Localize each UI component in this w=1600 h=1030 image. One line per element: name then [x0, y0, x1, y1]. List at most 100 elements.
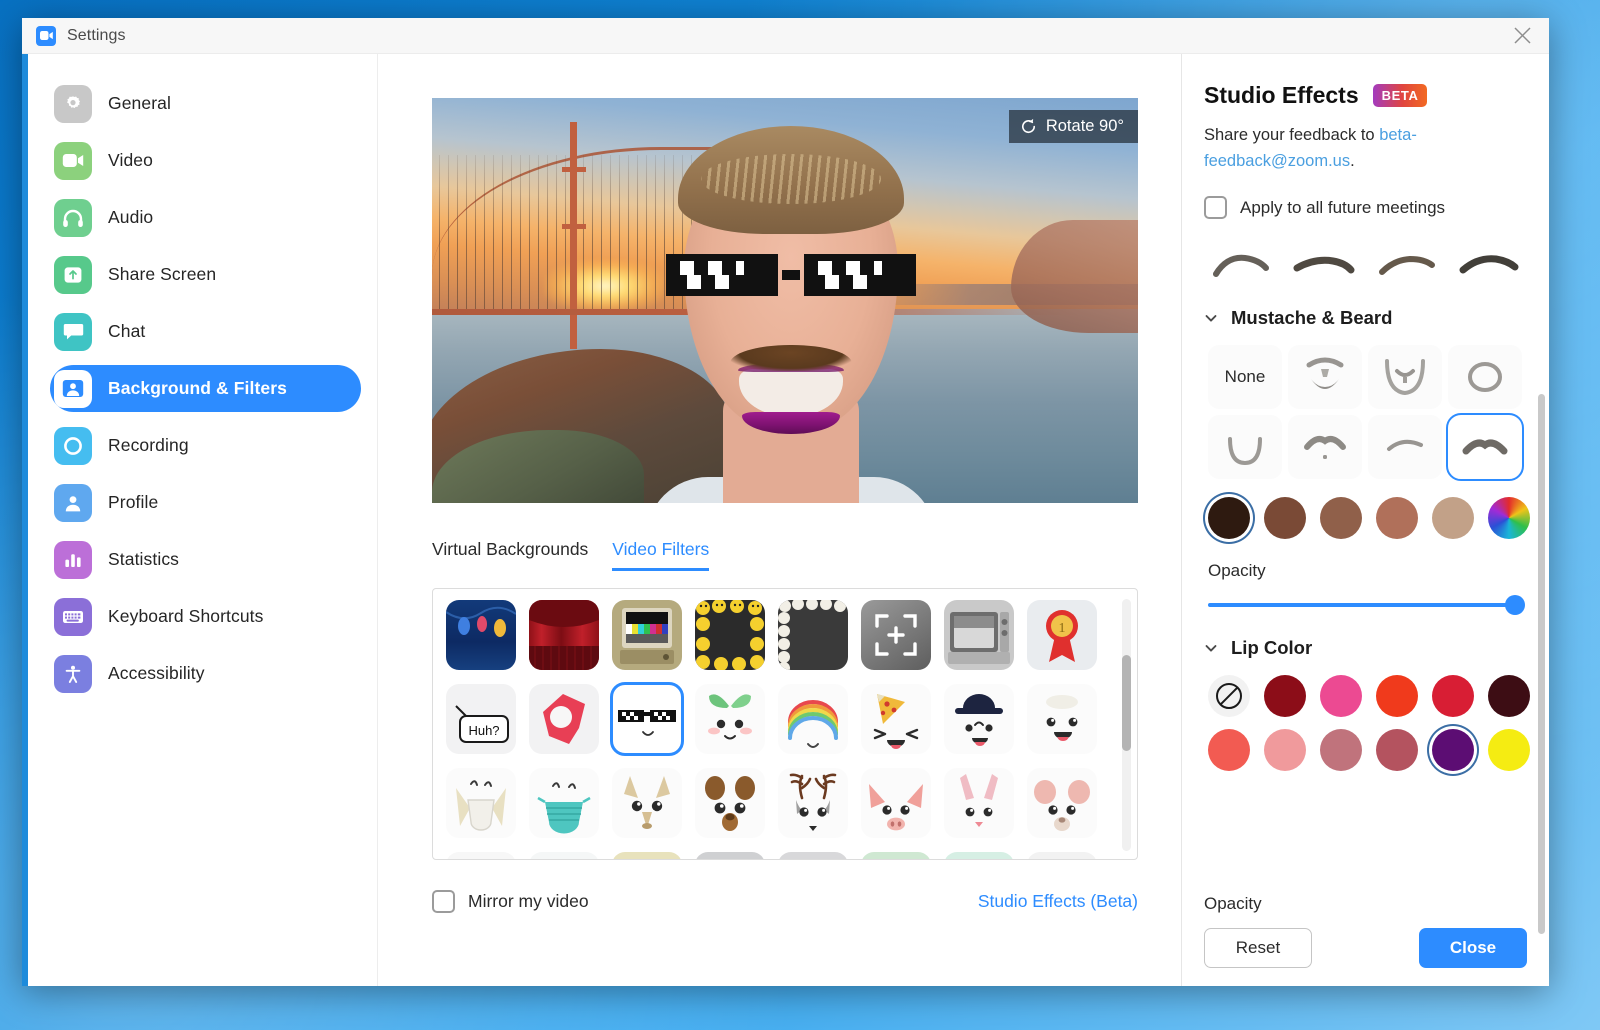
filter-rainbow-arc[interactable]	[778, 684, 848, 754]
filter-row4-cell-5[interactable]	[778, 852, 848, 859]
filter-blush-face[interactable]	[1027, 684, 1097, 754]
sidebar-item-profile[interactable]: Profile	[50, 479, 361, 526]
lip-color-swatch-5[interactable]	[1432, 675, 1474, 718]
filter-n95-mask[interactable]	[446, 768, 516, 838]
sidebar-item-label: Video	[108, 150, 153, 170]
lip-opacity-label: Opacity	[1204, 894, 1262, 913]
user-icon	[54, 483, 92, 522]
filter-huh-speech-bubble[interactable]: Huh?	[446, 684, 516, 754]
bar-chart-icon	[54, 540, 92, 579]
studio-panel-scrollbar-thumb[interactable]	[1538, 394, 1545, 934]
mustache-style-goatee-outline[interactable]	[1208, 415, 1282, 480]
filter-row4-cell-8[interactable]	[1027, 852, 1097, 859]
mustache-style-circle-beard[interactable]	[1448, 345, 1522, 410]
sidebar-item-video[interactable]: Video	[50, 137, 361, 184]
filter-row4-cell-4[interactable]	[695, 852, 765, 859]
filter-baseball-cap-face[interactable]	[944, 684, 1014, 754]
filter-emoji-frame[interactable]	[695, 600, 765, 670]
sidebar-item-chat[interactable]: Chat	[50, 308, 361, 355]
lip-color-swatch-6[interactable]	[1488, 675, 1530, 718]
mustache-color-swatch-5[interactable]	[1432, 497, 1474, 540]
sidebar-item-accessibility[interactable]: Accessibility	[50, 650, 361, 697]
mustache-style-handlebar-mustache[interactable]	[1288, 415, 1362, 480]
studio-effects-panel: Studio Effects BETA Share your feedback …	[1181, 54, 1549, 986]
bridge-crossbeam-lower	[561, 223, 586, 229]
mustache-and-beard-section-header[interactable]: Mustache & Beard	[1204, 307, 1527, 329]
sidebar-item-background-and-filters[interactable]: Background & Filters	[50, 365, 361, 412]
filter-focus-crop-frame[interactable]	[861, 600, 931, 670]
filter-red-lips[interactable]	[529, 684, 599, 754]
lip-color-section-header[interactable]: Lip Color	[1204, 637, 1527, 659]
filter-red-curtain[interactable]	[529, 600, 599, 670]
chevron-down-icon	[1204, 641, 1218, 655]
lip-color-swatch-9[interactable]	[1320, 729, 1362, 772]
mustache-color-swatch-4[interactable]	[1376, 497, 1418, 540]
mustache-style-chevron-mustache[interactable]	[1446, 413, 1524, 482]
filter-row4-cell-1[interactable]	[446, 852, 516, 859]
filter-retro-tv-test-pattern[interactable]	[612, 600, 682, 670]
close-button[interactable]: Close	[1419, 928, 1527, 968]
mustache-color-swatch-2[interactable]	[1264, 497, 1306, 540]
lip-color-swatch-7[interactable]	[1208, 729, 1250, 772]
filter-pearl-frame[interactable]	[778, 600, 848, 670]
mustache-color-swatch-3[interactable]	[1320, 497, 1362, 540]
sidebar-item-statistics[interactable]: Statistics	[50, 536, 361, 583]
lip-color-swatch-12[interactable]	[1488, 729, 1530, 772]
mustache-style-chin-strap-beard[interactable]	[1368, 345, 1442, 410]
sidebar-item-share-screen[interactable]: Share Screen	[50, 251, 361, 298]
filter-mouse-face[interactable]	[1027, 768, 1097, 838]
filter-row4-cell-2[interactable]	[529, 852, 599, 859]
filter-bear-face[interactable]	[695, 768, 765, 838]
sidebar-item-audio[interactable]: Audio	[50, 194, 361, 241]
mustache-style-none[interactable]: None	[1208, 345, 1282, 410]
filter-bunny-face[interactable]	[944, 768, 1014, 838]
mustache-style-thin-mustache[interactable]	[1368, 415, 1442, 480]
filter-first-place-ribbon[interactable]: 1	[1027, 600, 1097, 670]
sidebar-item-general[interactable]: General	[50, 80, 361, 127]
lip-color-swatch-2[interactable]	[1264, 675, 1306, 718]
eyebrow-angled-option[interactable]	[1373, 245, 1441, 285]
tab-video-filters[interactable]: Video Filters	[612, 539, 710, 571]
lip-color-swatch-none[interactable]	[1208, 675, 1250, 718]
eyebrow-soft-arch-option[interactable]	[1208, 245, 1276, 285]
rotate-90-label: Rotate 90°	[1045, 117, 1124, 135]
lip-color-swatch-3[interactable]	[1320, 675, 1362, 718]
lip-color-swatch-11[interactable]	[1432, 729, 1474, 772]
apply-to-all-future-meetings-checkbox[interactable]: Apply to all future meetings	[1204, 196, 1527, 220]
reset-button[interactable]: Reset	[1204, 928, 1312, 968]
filter-row4-cell-3[interactable]	[612, 852, 682, 859]
feedback-text: Share your feedback to beta-feedback@zoo…	[1204, 123, 1527, 174]
filter-surgical-mask[interactable]	[529, 768, 599, 838]
lip-color-swatch-8[interactable]	[1264, 729, 1306, 772]
mustache-style-grid: None	[1204, 345, 1527, 482]
close-x-icon[interactable]	[1505, 22, 1539, 50]
lip-color-swatch-10[interactable]	[1376, 729, 1418, 772]
sidebar-item-label: Statistics	[108, 549, 180, 569]
filter-sprout-face[interactable]	[695, 684, 765, 754]
eyebrow-rounded-bold-option[interactable]	[1455, 245, 1523, 285]
slider-thumb[interactable]	[1505, 595, 1525, 616]
video-filters-scrollbar-thumb[interactable]	[1122, 655, 1131, 751]
studio-effects-beta-link[interactable]: Studio Effects (Beta)	[978, 891, 1138, 912]
sidebar-item-keyboard-shortcuts[interactable]: Keyboard Shortcuts	[50, 593, 361, 640]
sidebar-item-recording[interactable]: Recording	[50, 422, 361, 469]
filter-string-lights[interactable]	[446, 600, 516, 670]
rotate-90-button[interactable]: Rotate 90°	[1008, 110, 1138, 143]
filter-row4-cell-6[interactable]	[861, 852, 931, 859]
filter-row4-cell-7[interactable]	[944, 852, 1014, 859]
mustache-color-swatch-1[interactable]	[1208, 497, 1250, 540]
lip-color-swatch-4[interactable]	[1376, 675, 1418, 718]
mustache-opacity-slider[interactable]	[1204, 595, 1527, 616]
mustache-color-picker-wheel[interactable]	[1488, 497, 1530, 540]
filter-pig-face[interactable]	[861, 768, 931, 838]
mustache-style-full-beard[interactable]	[1288, 345, 1362, 410]
tab-virtual-backgrounds[interactable]: Virtual Backgrounds	[432, 539, 588, 571]
filter-vintage-television[interactable]	[944, 600, 1014, 670]
filter-fox-face[interactable]	[612, 768, 682, 838]
bridge-tower	[570, 122, 578, 350]
filter-reindeer-face[interactable]	[778, 768, 848, 838]
mirror-my-video-checkbox[interactable]: Mirror my video	[432, 890, 589, 913]
eyebrow-straight-thick-option[interactable]	[1290, 245, 1358, 285]
filter-pixel-sunglasses[interactable]	[610, 682, 684, 756]
filter-pizza-face[interactable]	[861, 684, 931, 754]
